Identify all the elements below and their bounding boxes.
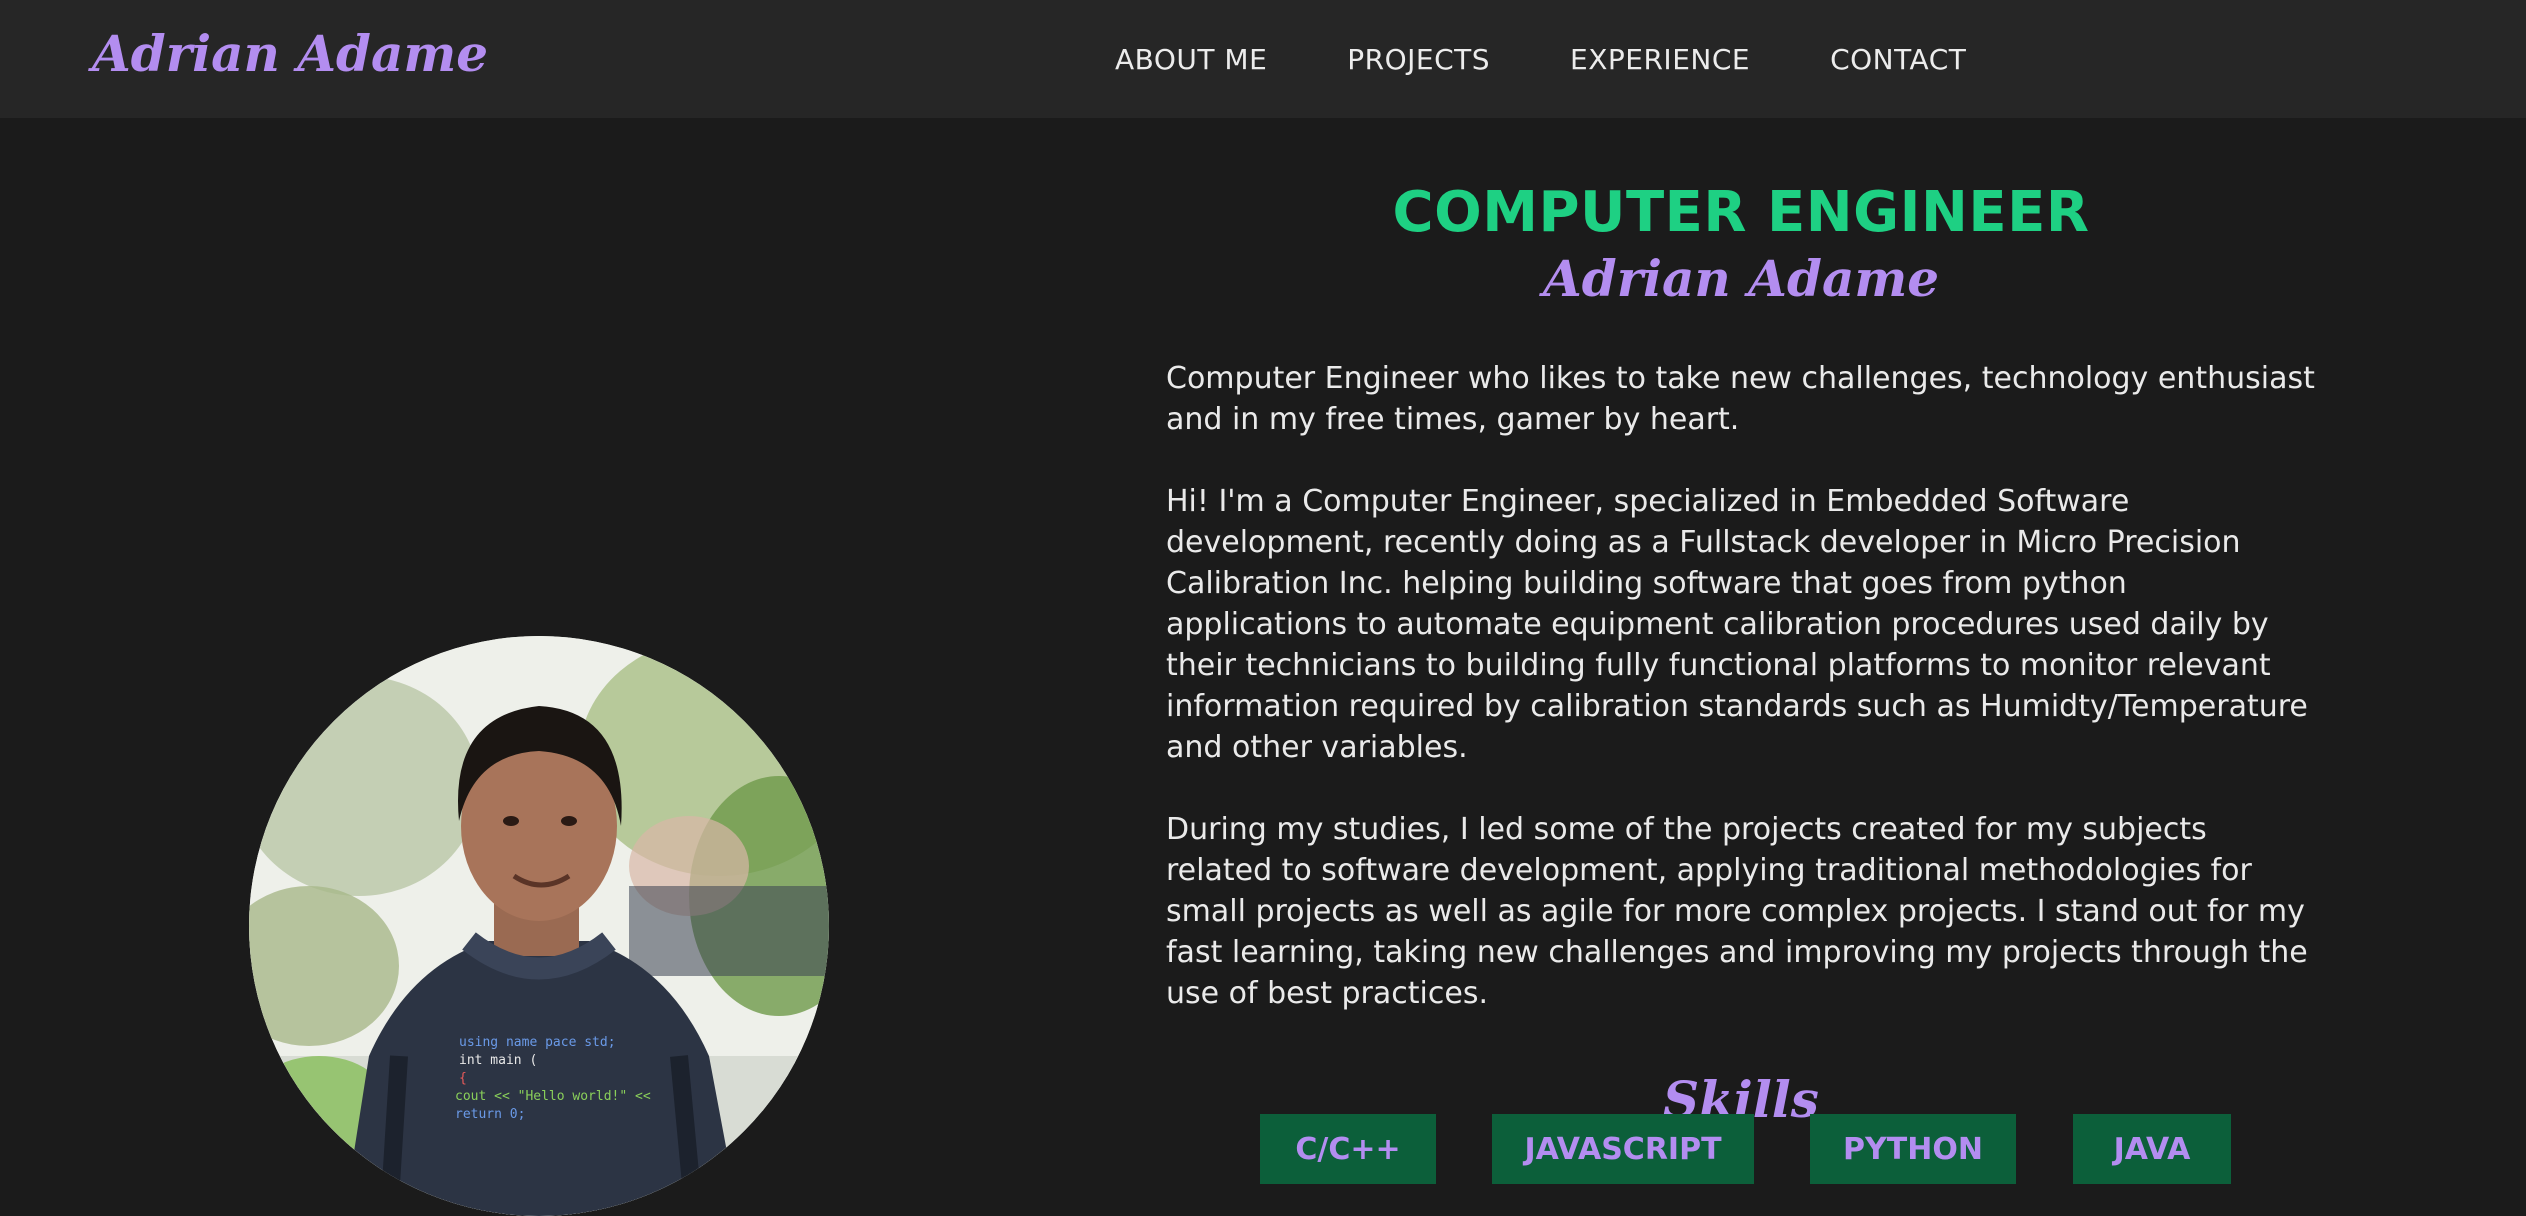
page-title: COMPUTER ENGINEER bbox=[1392, 180, 2090, 245]
shirt-code-line-3: { bbox=[459, 1071, 467, 1086]
skill-python[interactable]: PYTHON bbox=[1810, 1114, 2016, 1184]
nav-link-contact[interactable]: CONTACT bbox=[1830, 43, 1966, 76]
about-section: COMPUTER ENGINEER Adrian Adame Computer … bbox=[1166, 118, 2316, 1129]
shirt-code-line-4: cout << "Hello world!" << bbox=[455, 1089, 651, 1104]
skill-javascript[interactable]: JAVASCRIPT bbox=[1492, 1114, 1754, 1184]
shirt-code-line-1: using name pace std; bbox=[459, 1035, 616, 1050]
skill-java[interactable]: JAVA bbox=[2073, 1114, 2231, 1184]
navbar: Adrian Adame ABOUT ME PROJECTS EXPERIENC… bbox=[0, 0, 2526, 118]
shirt-code-line-2: int main ( bbox=[459, 1053, 537, 1068]
brand-logo[interactable]: Adrian Adame bbox=[92, 24, 488, 83]
nav-link-projects[interactable]: PROJECTS bbox=[1347, 43, 1490, 76]
nav-menu: ABOUT ME PROJECTS EXPERIENCE CONTACT bbox=[1115, 0, 1966, 118]
nav-link-experience[interactable]: EXPERIENCE bbox=[1570, 43, 1750, 76]
intro-paragraph: Computer Engineer who likes to take new … bbox=[1166, 361, 2315, 437]
skill-cpp[interactable]: C/C++ bbox=[1260, 1114, 1436, 1184]
skills-list: C/C++ JAVASCRIPT PYTHON JAVA bbox=[0, 1114, 2526, 1184]
name-heading: Adrian Adame bbox=[1542, 249, 1940, 308]
studies-paragraph: During my studies, I led some of the pro… bbox=[1166, 812, 2308, 1011]
bio-paragraph: Hi! I'm a Computer Engineer, specialized… bbox=[1166, 484, 2308, 765]
nav-link-about-me[interactable]: ABOUT ME bbox=[1115, 43, 1267, 76]
